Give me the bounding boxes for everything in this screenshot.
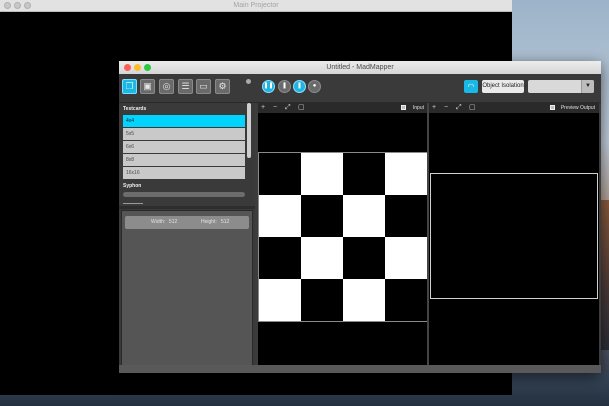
settings-tab-icon[interactable]: ⚙ — [215, 79, 230, 94]
testcards-list: 4x4 5x5 6x6 8x8 16x16 — [123, 115, 245, 180]
testcard-cell — [301, 153, 343, 195]
stop-icon[interactable]: ❚ — [278, 80, 291, 93]
testcard-cell — [301, 279, 343, 321]
resolution-readout: Width: 512 Height: 512 — [125, 216, 249, 229]
play-icon[interactable]: ❚ — [293, 80, 306, 93]
testcard-cell — [385, 279, 427, 321]
media-list-panel: Testcards 4x4 5x5 6x6 8x8 16x16 Syphon — [119, 103, 255, 206]
syphon-list[interactable] — [123, 192, 245, 197]
window-title: Untitled - MadMapper — [326, 64, 394, 71]
media-tab-icon[interactable]: ❐ — [122, 79, 137, 94]
input-label: Input — [412, 105, 424, 111]
testcard-cell — [385, 195, 427, 237]
testcard-cell — [259, 153, 301, 195]
preview-output-label: Preview Output — [560, 105, 595, 111]
syphon-item[interactable] — [123, 203, 143, 204]
input-view[interactable]: + − ⤢ ▢ Input — [258, 103, 428, 365]
list-item[interactable]: 16x16 — [123, 167, 245, 179]
toolbar: ❐ ▣ ◎ ☰ ▭ ⚙ ❚❚ ❚ ❚ ● ◠ Object Isolation … — [119, 74, 601, 103]
frame-icon[interactable]: ▢ — [469, 103, 476, 113]
testcard-cell — [259, 279, 301, 321]
pause-icon[interactable]: ❚❚ — [262, 80, 275, 93]
panel-splitter[interactable] — [119, 206, 255, 209]
scrollbar[interactable] — [247, 103, 251, 158]
remove-icon[interactable]: − — [444, 103, 448, 113]
height-label: Height: — [201, 219, 217, 225]
testcard-cell — [385, 237, 427, 279]
frame-icon[interactable]: ▢ — [298, 103, 305, 113]
left-panel: Testcards 4x4 5x5 6x6 8x8 16x16 Syphon W… — [119, 103, 255, 367]
object-isolation-icon[interactable]: ◠ — [464, 80, 478, 93]
output-dropdown[interactable]: ▼ — [528, 80, 594, 93]
list-item[interactable]: 8x8 — [123, 154, 245, 166]
testcard-cell — [301, 237, 343, 279]
madmapper-window: Untitled - MadMapper ❐ ▣ ◎ ☰ ▭ ⚙ ❚❚ ❚ ❚ … — [119, 61, 601, 373]
testcard-cell — [343, 279, 385, 321]
fit-icon[interactable]: ⤢ — [285, 103, 291, 113]
object-isolation-button[interactable]: Object Isolation — [482, 80, 524, 93]
testcard-cell — [259, 195, 301, 237]
testcard-cell — [343, 237, 385, 279]
fit-icon[interactable]: ⤢ — [456, 103, 462, 113]
projector-title: Main Projector — [233, 2, 279, 9]
list-tab-icon[interactable]: ☰ — [178, 79, 193, 94]
syphon-heading: Syphon — [123, 183, 142, 189]
testcard-cell — [385, 153, 427, 195]
record-icon[interactable]: ● — [308, 80, 321, 93]
lights-tab-icon[interactable]: ◎ — [159, 79, 174, 94]
media-properties-panel: Width: 512 Height: 512 — [121, 210, 253, 367]
preview-output-checkbox[interactable] — [550, 105, 555, 110]
testcard-4x4 — [258, 152, 428, 322]
width-label: Width: — [151, 219, 166, 225]
add-icon[interactable]: + — [261, 103, 265, 113]
output-view-header: + − ⤢ ▢ Preview Output — [429, 103, 599, 113]
remove-icon[interactable]: − — [273, 103, 277, 113]
madmapper-titlebar[interactable]: Untitled - MadMapper — [119, 61, 601, 75]
projector-titlebar[interactable]: Main Projector — [0, 0, 512, 12]
list-item[interactable]: 6x6 — [123, 141, 245, 153]
height-value: 512 — [221, 219, 230, 225]
panel-menu-icon[interactable] — [246, 79, 251, 84]
testcard-cell — [343, 153, 385, 195]
add-icon[interactable]: + — [432, 103, 436, 113]
testcard-cell — [301, 195, 343, 237]
testcard-cell — [343, 195, 385, 237]
preview-output-view[interactable]: + − ⤢ ▢ Preview Output — [429, 103, 599, 365]
input-view-header: + − ⤢ ▢ Input — [258, 103, 428, 113]
surfaces-tab-icon[interactable]: ▣ — [140, 79, 155, 94]
input-checkbox[interactable] — [401, 105, 406, 110]
testcard-cell — [259, 237, 301, 279]
list-item[interactable]: 5x5 — [123, 128, 245, 140]
output-tab-icon[interactable]: ▭ — [196, 79, 211, 94]
chevron-down-icon[interactable]: ▼ — [581, 80, 594, 93]
list-item[interactable]: 4x4 — [123, 115, 245, 127]
width-value: 512 — [169, 219, 178, 225]
status-bar — [119, 365, 601, 373]
output-surface-outline[interactable] — [430, 173, 598, 299]
testcards-heading: Testcards — [123, 106, 147, 112]
